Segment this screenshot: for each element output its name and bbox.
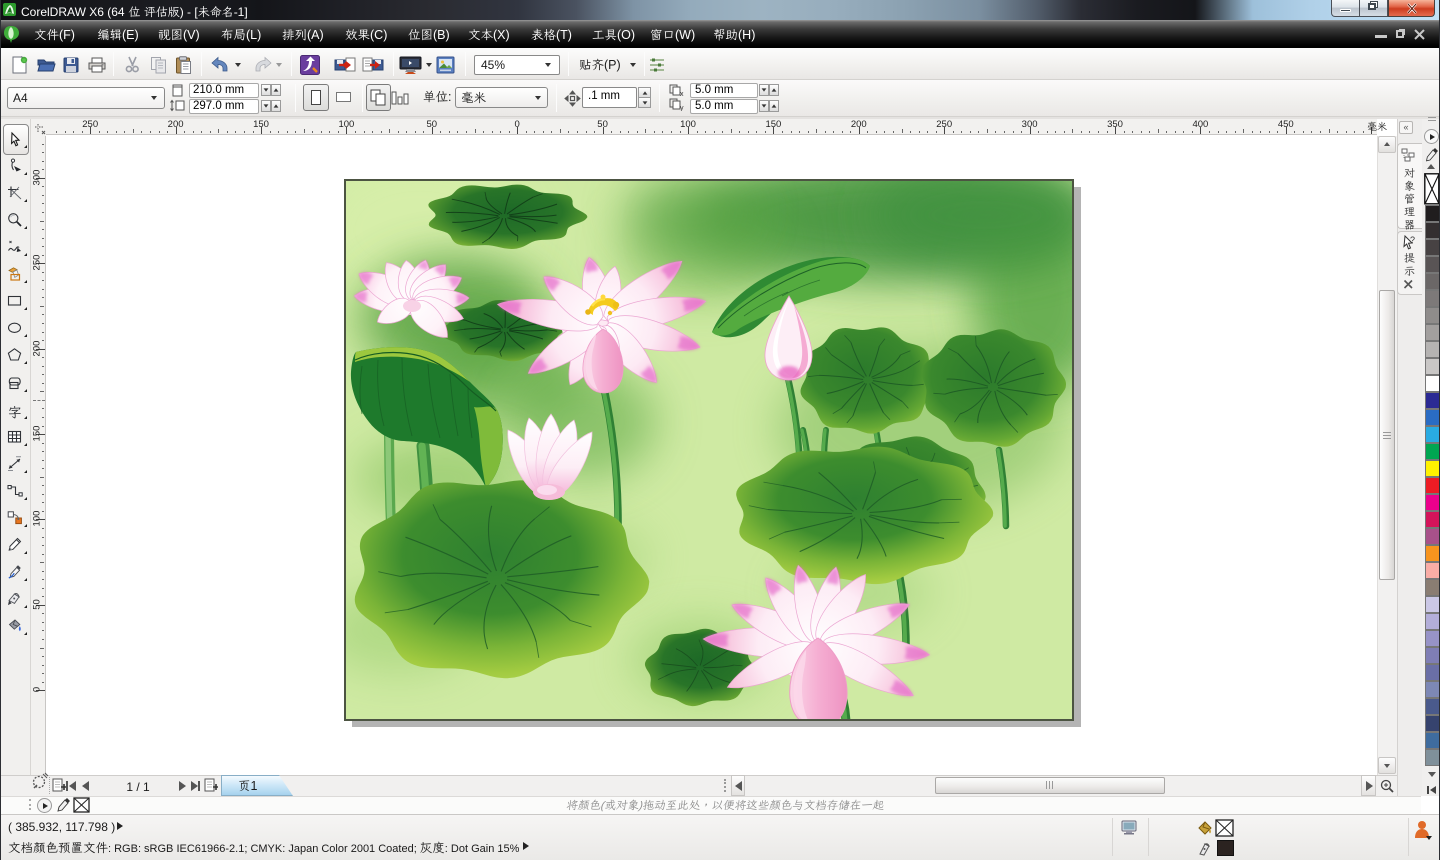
- svg-text:(L): (L): [246, 28, 261, 42]
- svg-text:CorelDRAW X6 (64: CorelDRAW X6 (64: [21, 5, 125, 19]
- svg-text:?: ?: [1410, 235, 1415, 245]
- svg-text:(V): (V): [183, 28, 200, 42]
- svg-text:(C): (C): [370, 28, 387, 42]
- svg-text:(O): (O): [617, 28, 635, 42]
- svg-text:(W): (W): [675, 28, 695, 42]
- svg-text:(H): (H): [738, 28, 755, 42]
- svg-text:(E): (E): [122, 28, 139, 42]
- svg-text:): ): [636, 800, 644, 812]
- svg-text:(P): (P): [604, 58, 621, 72]
- svg-text:: RGB: sRGB IEC61966-2.1; CMYK: : RGB: sRGB IEC61966-2.1; CMYK: Japan Co…: [108, 843, 417, 855]
- svg-text:: Dot Gain 15%: : Dot Gain 15%: [445, 843, 520, 855]
- svg-text:(T): (T): [556, 28, 572, 42]
- svg-text:(A): (A): [307, 28, 324, 42]
- svg-text:(B): (B): [433, 28, 450, 42]
- svg-text:(F): (F): [59, 28, 75, 42]
- svg-text:y: y: [680, 105, 684, 111]
- svg-text:1: 1: [251, 779, 258, 793]
- svg-text:(: (: [600, 800, 607, 812]
- svg-text:(X): (X): [493, 28, 510, 42]
- svg-text::: :: [448, 90, 451, 104]
- svg-text:) - [: ) - [: [180, 5, 199, 19]
- svg-text:x: x: [680, 91, 684, 97]
- svg-text:-1]: -1]: [234, 5, 248, 19]
